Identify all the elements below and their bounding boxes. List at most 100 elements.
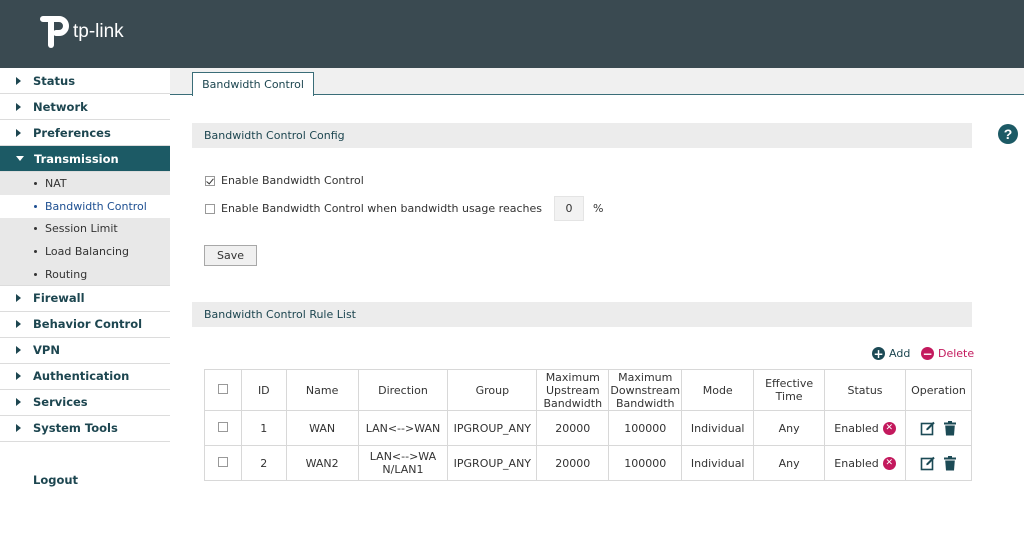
cell-operation (904, 410, 973, 446)
sidebar-item-behavior-control[interactable]: Behavior Control (0, 312, 170, 338)
usage-threshold-input[interactable]: 0 (553, 196, 584, 221)
delete-button[interactable]: − Delete (921, 347, 974, 360)
sidebar-subitem-label: Session Limit (45, 222, 118, 236)
disable-x-icon[interactable]: ✕ (882, 456, 896, 470)
cell-mode: Individual (681, 410, 755, 446)
cell-mode: Individual (681, 445, 755, 481)
usage-unit-label: % (592, 202, 604, 215)
cell-status: Enabled ✕ (824, 445, 906, 481)
caret-right-icon (16, 346, 21, 355)
logo-text: tp-link (73, 21, 124, 42)
table-row: 1 WAN LAN<-->WAN IPGROUP_ANY 20000 10000… (204, 410, 973, 446)
column-header-max-upstream: Maximum Upstream Bandwidth (536, 369, 610, 411)
caret-right-icon (16, 128, 21, 137)
bullet-icon (34, 181, 37, 185)
sidebar-item-transmission[interactable]: Transmission (0, 146, 170, 172)
rule-table: ID Name Direction Group Maximum Upstream… (204, 369, 973, 481)
main-content: Bandwidth Control Bandwidth Control Conf… (170, 68, 1024, 541)
trash-icon[interactable] (944, 420, 957, 436)
column-header-name: Name (285, 369, 359, 411)
select-all-cell (204, 369, 242, 411)
add-button[interactable]: + Add (872, 347, 910, 360)
sidebar-item-label: System Tools (33, 421, 118, 436)
tab-bandwidth-control[interactable]: Bandwidth Control (192, 72, 314, 96)
column-header-group: Group (447, 369, 538, 411)
sidebar-item-network[interactable]: Network (0, 94, 170, 120)
sidebar-item-label: Transmission (34, 151, 119, 166)
sidebar-item-label: Firewall (33, 291, 85, 306)
help-icon[interactable]: ? (998, 124, 1018, 144)
cell-max-downstream: 100000 (608, 410, 683, 446)
row-select-cell (204, 410, 242, 446)
cell-max-upstream: 20000 (536, 445, 610, 481)
sidebar-item-label: Authentication (33, 369, 130, 384)
sidebar: Status Network Preferences Transmission … (0, 68, 170, 541)
column-header-status: Status (824, 369, 906, 411)
table-row: 2 WAN2 LAN<-->WAN/LAN1 IPGROUP_ANY 20000… (204, 445, 973, 481)
enable-when-usage-checkbox[interactable] (205, 203, 215, 214)
cell-group: IPGROUP_ANY (447, 445, 538, 481)
cell-direction: LAN<-->WAN/LAN1 (357, 445, 449, 481)
config-section-header: Bandwidth Control Config (192, 123, 972, 148)
sidebar-item-label: Network (33, 99, 88, 114)
edit-icon[interactable] (920, 420, 936, 436)
sidebar-item-status[interactable]: Status (0, 68, 170, 94)
sidebar-subitem-label: Bandwidth Control (45, 199, 147, 213)
cell-name: WAN (285, 410, 359, 446)
logout-link[interactable]: Logout (33, 473, 78, 487)
column-header-direction: Direction (357, 369, 449, 411)
enable-bandwidth-control-checkbox[interactable] (205, 175, 215, 186)
sidebar-subitem-session-limit[interactable]: Session Limit (0, 217, 170, 241)
caret-right-icon (16, 320, 21, 329)
sidebar-item-preferences[interactable]: Preferences (0, 120, 170, 146)
sidebar-item-label: Status (33, 73, 76, 88)
cell-max-upstream: 20000 (536, 410, 610, 446)
delete-label: Delete (938, 347, 975, 360)
select-all-checkbox[interactable] (217, 383, 228, 394)
bullet-icon (34, 272, 37, 276)
sidebar-subitem-bandwidth-control[interactable]: Bandwidth Control (0, 194, 170, 218)
edit-icon[interactable] (920, 455, 936, 471)
column-header-mode: Mode (681, 369, 755, 411)
caret-right-icon (16, 424, 21, 433)
sidebar-item-vpn[interactable]: VPN (0, 338, 170, 364)
sidebar-item-authentication[interactable]: Authentication (0, 364, 170, 390)
row-checkbox[interactable] (217, 421, 228, 432)
bullet-icon (34, 204, 37, 208)
table-header-row: ID Name Direction Group Maximum Upstream… (204, 369, 973, 411)
sidebar-subitem-routing[interactable]: Routing (0, 263, 170, 286)
cell-operation (904, 445, 973, 481)
caret-right-icon (16, 372, 21, 381)
save-button[interactable]: Save (204, 245, 257, 266)
sidebar-subitem-label: Routing (45, 267, 88, 281)
rule-list-section-header: Bandwidth Control Rule List (192, 302, 972, 327)
sidebar-subitem-label: Load Balancing (45, 245, 129, 259)
sidebar-subitem-label: NAT (45, 176, 67, 190)
cell-group: IPGROUP_ANY (447, 410, 538, 446)
sidebar-item-firewall[interactable]: Firewall (0, 286, 170, 312)
tab-bar: Bandwidth Control (170, 68, 1024, 96)
enable-when-usage-label: Enable Bandwidth Control when bandwidth … (221, 202, 542, 215)
sidebar-subitem-load-balancing[interactable]: Load Balancing (0, 240, 170, 264)
cell-effective-time: Any (753, 410, 826, 446)
sidebar-item-label: Services (33, 395, 88, 410)
add-label: Add (889, 347, 911, 360)
column-header-operation: Operation (904, 369, 973, 411)
bullet-icon (34, 250, 37, 254)
disable-x-icon[interactable]: ✕ (882, 421, 896, 435)
enable-bandwidth-control-label: Enable Bandwidth Control (221, 174, 364, 187)
caret-down-icon (16, 156, 24, 161)
cell-effective-time: Any (753, 445, 826, 481)
sidebar-subitem-nat[interactable]: NAT (0, 172, 170, 195)
cell-id: 2 (240, 445, 287, 481)
trash-icon[interactable] (944, 455, 957, 471)
sidebar-item-services[interactable]: Services (0, 390, 170, 416)
cell-id: 1 (240, 410, 287, 446)
status-text: Enabled (834, 456, 879, 470)
caret-right-icon (16, 102, 21, 111)
top-header: tp-link (0, 0, 1024, 68)
status-text: Enabled (834, 421, 879, 435)
caret-right-icon (16, 76, 21, 85)
sidebar-item-system-tools[interactable]: System Tools (0, 416, 170, 442)
row-checkbox[interactable] (217, 456, 228, 467)
